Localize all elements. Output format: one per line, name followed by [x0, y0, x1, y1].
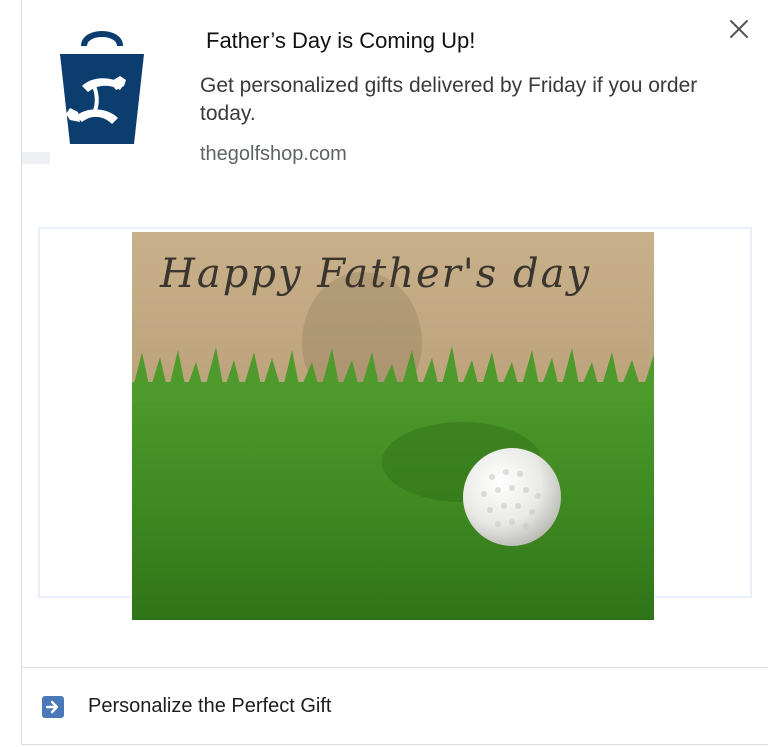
cta-label: Personalize the Perfect Gift	[88, 695, 332, 717]
close-icon[interactable]	[726, 16, 752, 42]
ad-image-handwriting: Happy Father's day	[160, 251, 592, 297]
gift-bag-logo-icon	[60, 31, 144, 144]
arrow-right-icon	[42, 696, 64, 718]
cta-button[interactable]: Personalize the Perfect Gift	[22, 668, 768, 744]
notification-body: Get personalized gifts delivered by Frid…	[200, 74, 698, 125]
logo-shadow	[22, 152, 50, 164]
notification-domain: thegolfshop.com	[200, 143, 347, 165]
notification-title: Father’s Day is Coming Up!	[206, 28, 476, 53]
